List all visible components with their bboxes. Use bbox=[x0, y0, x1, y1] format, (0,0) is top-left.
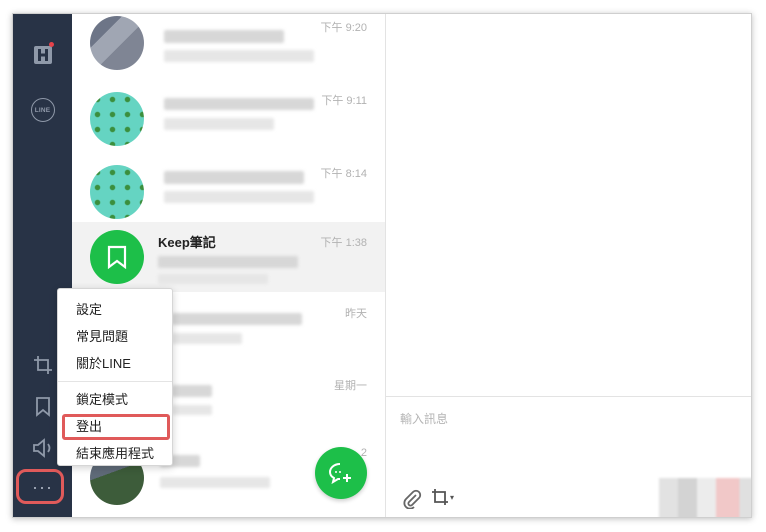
crop-tool-icon bbox=[432, 489, 448, 505]
avatar bbox=[90, 16, 144, 70]
chat-title: Keep筆記 bbox=[158, 235, 216, 250]
line-icon[interactable]: LINE bbox=[13, 96, 72, 124]
keep-avatar bbox=[90, 230, 144, 284]
chat-time: 下午 9:20 bbox=[320, 22, 367, 34]
menu-item-about[interactable]: 關於LINE bbox=[58, 351, 172, 377]
chat-time: 下午 1:38 bbox=[320, 237, 367, 249]
message-composer[interactable]: 輸入訊息 ▾ bbox=[386, 396, 751, 517]
attach-icon[interactable] bbox=[402, 489, 422, 514]
new-chat-button[interactable] bbox=[315, 447, 367, 499]
logout-highlight bbox=[62, 414, 170, 440]
avatar bbox=[90, 165, 144, 219]
new-chat-icon bbox=[328, 463, 351, 485]
line-logo: LINE bbox=[30, 98, 55, 122]
menu-item-settings[interactable]: 設定 bbox=[58, 297, 172, 323]
blurred-area bbox=[659, 478, 751, 517]
chat-time: 下午 8:14 bbox=[320, 168, 367, 180]
conversation-pane: 輸入訊息 ▾ bbox=[385, 14, 751, 517]
chat-time: 星期一 bbox=[334, 380, 367, 392]
chat-item[interactable]: 下午 9:11 bbox=[72, 86, 385, 154]
message-input[interactable]: 輸入訊息 bbox=[400, 410, 448, 427]
chat-item-keep[interactable]: 下午 1:38 Keep筆記 bbox=[72, 222, 385, 292]
chat-time: 下午 9:11 bbox=[321, 95, 367, 107]
keep-bookmark-icon bbox=[107, 245, 127, 269]
notification-dot bbox=[49, 42, 54, 47]
chat-item[interactable]: 下午 9:20 bbox=[72, 14, 385, 82]
screenshot-tool[interactable]: ▾ bbox=[431, 488, 454, 506]
more-highlight bbox=[16, 469, 64, 504]
menu-item-quit[interactable]: 結束應用程式 bbox=[58, 441, 172, 467]
home-icon[interactable] bbox=[13, 41, 72, 69]
chevron-down-icon: ▾ bbox=[450, 492, 455, 502]
menu-item-faq[interactable]: 常見問題 bbox=[58, 324, 172, 350]
avatar bbox=[90, 92, 144, 146]
chat-item[interactable]: 下午 8:14 bbox=[72, 159, 385, 227]
menu-item-lock-mode[interactable]: 鎖定模式 bbox=[58, 387, 172, 413]
menu-divider bbox=[58, 381, 172, 382]
chat-time: 昨天 bbox=[345, 308, 367, 320]
